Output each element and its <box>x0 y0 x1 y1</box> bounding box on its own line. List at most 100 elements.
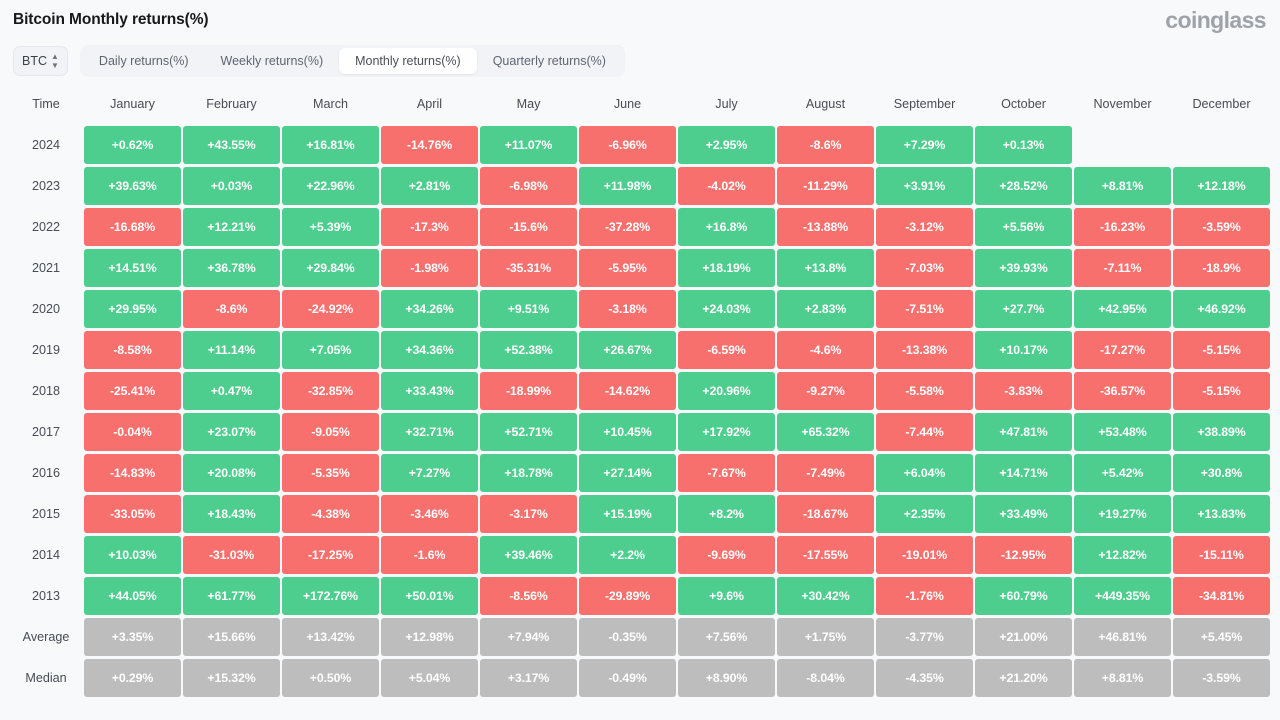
return-cell[interactable]: +16.81% <box>282 126 379 164</box>
return-cell[interactable]: -7.44% <box>876 413 973 451</box>
return-cell[interactable]: +5.42% <box>1074 454 1171 492</box>
return-cell[interactable]: -32.85% <box>282 372 379 410</box>
return-cell[interactable]: +24.03% <box>678 290 775 328</box>
return-cell[interactable]: +11.07% <box>480 126 577 164</box>
return-cell[interactable]: +0.03% <box>183 167 280 205</box>
return-cell[interactable]: -17.3% <box>381 208 478 246</box>
return-cell[interactable]: +15.19% <box>579 495 676 533</box>
return-cell[interactable]: -7.11% <box>1074 249 1171 287</box>
return-cell[interactable]: +5.45% <box>1173 618 1270 656</box>
return-cell[interactable]: -7.51% <box>876 290 973 328</box>
return-cell[interactable]: -12.95% <box>975 536 1072 574</box>
return-cell[interactable]: +449.35% <box>1074 577 1171 615</box>
return-cell[interactable]: +2.2% <box>579 536 676 574</box>
return-cell[interactable]: -0.35% <box>579 618 676 656</box>
return-cell[interactable]: +5.04% <box>381 659 478 697</box>
return-cell[interactable]: +3.91% <box>876 167 973 205</box>
return-cell[interactable]: +172.76% <box>282 577 379 615</box>
return-cell[interactable]: +0.13% <box>975 126 1072 164</box>
return-cell[interactable]: -9.27% <box>777 372 874 410</box>
return-cell[interactable]: -31.03% <box>183 536 280 574</box>
return-cell[interactable]: +22.96% <box>282 167 379 205</box>
return-cell[interactable]: -4.02% <box>678 167 775 205</box>
return-cell[interactable]: +7.29% <box>876 126 973 164</box>
return-cell[interactable]: +29.95% <box>84 290 181 328</box>
return-cell[interactable]: +10.45% <box>579 413 676 451</box>
return-cell[interactable]: +14.71% <box>975 454 1072 492</box>
return-cell[interactable]: +65.32% <box>777 413 874 451</box>
return-cell[interactable]: +46.81% <box>1074 618 1171 656</box>
return-cell[interactable]: +8.81% <box>1074 167 1171 205</box>
return-cell[interactable]: +14.51% <box>84 249 181 287</box>
return-cell[interactable]: +52.38% <box>480 331 577 369</box>
return-cell[interactable]: +18.19% <box>678 249 775 287</box>
return-cell[interactable]: +36.78% <box>183 249 280 287</box>
return-cell[interactable]: -0.49% <box>579 659 676 697</box>
return-cell[interactable]: +11.14% <box>183 331 280 369</box>
return-cell[interactable]: -6.96% <box>579 126 676 164</box>
return-cell[interactable]: +39.46% <box>480 536 577 574</box>
return-cell[interactable]: +2.35% <box>876 495 973 533</box>
return-cell[interactable]: +21.00% <box>975 618 1072 656</box>
return-cell[interactable]: -17.55% <box>777 536 874 574</box>
return-cell[interactable]: +19.27% <box>1074 495 1171 533</box>
return-cell[interactable]: -19.01% <box>876 536 973 574</box>
return-cell[interactable]: -5.15% <box>1173 331 1270 369</box>
return-cell[interactable] <box>1074 126 1171 164</box>
return-cell[interactable]: +30.8% <box>1173 454 1270 492</box>
return-cell[interactable]: +13.8% <box>777 249 874 287</box>
return-cell[interactable]: -3.77% <box>876 618 973 656</box>
return-cell[interactable]: +12.21% <box>183 208 280 246</box>
return-cell[interactable]: -5.95% <box>579 249 676 287</box>
return-cell[interactable]: -4.35% <box>876 659 973 697</box>
return-cell[interactable]: -7.03% <box>876 249 973 287</box>
return-cell[interactable]: -3.17% <box>480 495 577 533</box>
return-cell[interactable]: +0.47% <box>183 372 280 410</box>
return-cell[interactable]: +23.07% <box>183 413 280 451</box>
return-cell[interactable]: +46.92% <box>1173 290 1270 328</box>
return-cell[interactable]: +0.29% <box>84 659 181 697</box>
return-cell[interactable]: +18.43% <box>183 495 280 533</box>
return-cell[interactable]: +38.89% <box>1173 413 1270 451</box>
return-cell[interactable]: +12.98% <box>381 618 478 656</box>
return-cell[interactable]: +9.51% <box>480 290 577 328</box>
return-cell[interactable]: +43.55% <box>183 126 280 164</box>
return-cell[interactable]: +21.20% <box>975 659 1072 697</box>
return-cell[interactable]: -18.99% <box>480 372 577 410</box>
return-cell[interactable]: +8.81% <box>1074 659 1171 697</box>
return-cell[interactable]: +2.83% <box>777 290 874 328</box>
return-cell[interactable]: +10.03% <box>84 536 181 574</box>
return-cell[interactable]: -5.15% <box>1173 372 1270 410</box>
return-cell[interactable]: -8.58% <box>84 331 181 369</box>
return-cell[interactable]: -6.98% <box>480 167 577 205</box>
return-cell[interactable]: -9.05% <box>282 413 379 451</box>
return-cell[interactable]: -15.6% <box>480 208 577 246</box>
return-cell[interactable]: +47.81% <box>975 413 1072 451</box>
return-cell[interactable]: -33.05% <box>84 495 181 533</box>
return-cell[interactable]: +5.39% <box>282 208 379 246</box>
return-cell[interactable]: +0.50% <box>282 659 379 697</box>
return-cell[interactable] <box>1173 126 1270 164</box>
return-cell[interactable]: +44.05% <box>84 577 181 615</box>
return-cell[interactable]: -18.67% <box>777 495 874 533</box>
return-cell[interactable]: +33.49% <box>975 495 1072 533</box>
return-cell[interactable]: +9.6% <box>678 577 775 615</box>
return-cell[interactable]: -8.6% <box>183 290 280 328</box>
return-cell[interactable]: +10.17% <box>975 331 1072 369</box>
return-cell[interactable]: +53.48% <box>1074 413 1171 451</box>
return-cell[interactable]: -1.98% <box>381 249 478 287</box>
return-cell[interactable]: +29.84% <box>282 249 379 287</box>
return-cell[interactable]: +18.78% <box>480 454 577 492</box>
return-cell[interactable]: +12.18% <box>1173 167 1270 205</box>
return-cell[interactable]: -14.76% <box>381 126 478 164</box>
return-cell[interactable]: +16.8% <box>678 208 775 246</box>
return-cell[interactable]: +15.32% <box>183 659 280 697</box>
return-cell[interactable]: +42.95% <box>1074 290 1171 328</box>
return-cell[interactable]: +3.35% <box>84 618 181 656</box>
return-cell[interactable]: +7.94% <box>480 618 577 656</box>
return-cell[interactable]: -11.29% <box>777 167 874 205</box>
return-cell[interactable]: -29.89% <box>579 577 676 615</box>
return-cell[interactable]: -5.35% <box>282 454 379 492</box>
return-cell[interactable]: -8.56% <box>480 577 577 615</box>
return-cell[interactable]: -8.04% <box>777 659 874 697</box>
